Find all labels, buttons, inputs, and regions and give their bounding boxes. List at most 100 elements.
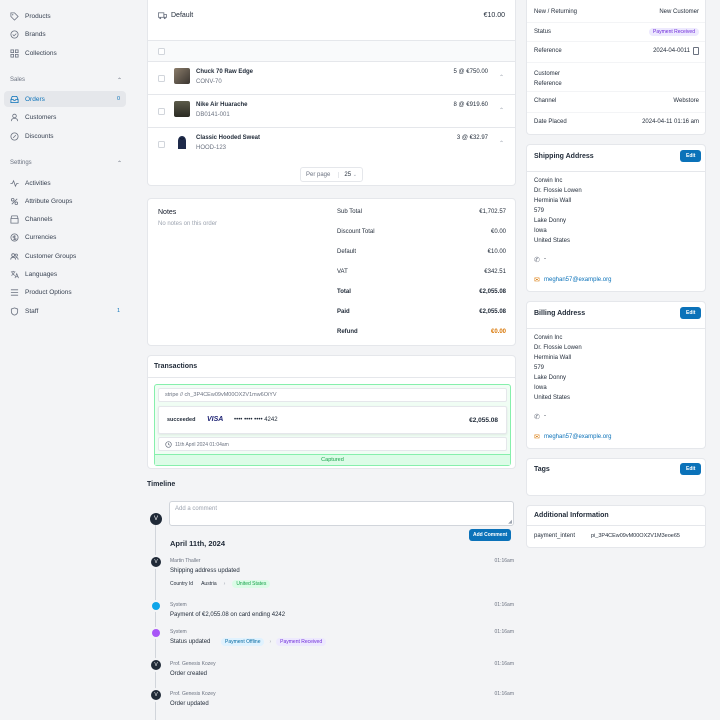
comment-placeholder: Add a comment bbox=[175, 506, 218, 512]
transaction-item[interactable]: stripe // ch_3P4CEw09vM00OX2V1mw6OiYV su… bbox=[154, 384, 511, 466]
transaction-amount: €2,055.08 bbox=[469, 417, 498, 424]
sidebar-item-staff[interactable]: Staff 1 bbox=[4, 303, 126, 319]
status-badge: Payment Received bbox=[649, 28, 699, 36]
sidebar-item-label: Languages bbox=[25, 271, 58, 278]
address-line: Herminia Wall bbox=[534, 198, 572, 204]
per-page-select[interactable]: 25 ⌄ bbox=[338, 171, 357, 178]
edit-label: Edit bbox=[686, 153, 696, 159]
event-author: System bbox=[170, 602, 187, 608]
chevron-down-icon: ⌄ bbox=[352, 171, 357, 178]
sidebar: Products Brands Collections Sales ⌃ Orders 0 Cu… bbox=[0, 0, 135, 720]
sidebar-item-currencies[interactable]: Currencies bbox=[4, 230, 126, 246]
truck-icon bbox=[158, 11, 167, 20]
address-line: 579 bbox=[534, 365, 545, 371]
billing-email[interactable]: meghan57@example.org bbox=[544, 434, 611, 440]
change-to: Payment Received bbox=[276, 638, 327, 646]
event-change: Country Id Austria › United States bbox=[170, 580, 271, 588]
sidebar-item-count: 0 bbox=[116, 96, 120, 102]
chevron-up-icon[interactable]: ⌃ bbox=[499, 140, 504, 147]
settings-section-heading[interactable]: Settings ⌃ bbox=[10, 160, 122, 167]
sidebar-item-brands[interactable]: Brands bbox=[4, 27, 126, 43]
total-label-discount-total: Discount Total bbox=[337, 229, 375, 235]
sales-section-heading[interactable]: Sales ⌃ bbox=[10, 77, 122, 84]
sidebar-item-discounts[interactable]: Discounts bbox=[4, 128, 126, 144]
sidebar-item-label: Channels bbox=[25, 216, 53, 224]
sidebar-item-label: Staff bbox=[25, 307, 39, 315]
language-icon bbox=[10, 270, 19, 279]
line-product-name[interactable]: Nike Air Huarache bbox=[196, 102, 247, 108]
chevron-right-icon: › bbox=[223, 581, 226, 587]
line-product-name[interactable]: Chuck 70 Raw Edge bbox=[196, 69, 253, 75]
avatar: V bbox=[151, 690, 161, 700]
event-time: 01:16am bbox=[494, 629, 514, 635]
section-label: Sales bbox=[10, 77, 26, 83]
edit-tags-button[interactable]: Edit bbox=[680, 463, 702, 475]
select-all-checkbox[interactable] bbox=[158, 48, 165, 55]
sidebar-item-label: Product Options bbox=[25, 289, 72, 297]
total-label-vat: VAT bbox=[337, 269, 348, 275]
address-line: Iowa bbox=[534, 228, 547, 234]
line-checkbox[interactable] bbox=[158, 141, 165, 148]
sidebar-item-customers[interactable]: Customers bbox=[4, 110, 126, 126]
divider bbox=[527, 41, 705, 42]
sidebar-item-activities[interactable]: Activities bbox=[4, 175, 126, 191]
mail-icon: ✉ bbox=[534, 434, 540, 441]
card-number: •••• •••• •••• 4242 bbox=[234, 417, 278, 423]
line-product-name[interactable]: Classic Hooded Sweat bbox=[196, 135, 260, 141]
table-row[interactable]: Nike Air Huarache DB0141-001 8 @ €919.60 ⌃ bbox=[148, 95, 515, 128]
address-line: Dr. Flossie Lowen bbox=[534, 345, 582, 351]
sidebar-item-attribute-groups[interactable]: Attribute Groups bbox=[4, 193, 126, 209]
pagination: Per page 25 ⌄ bbox=[300, 167, 363, 182]
sidebar-item-label: Attribute Groups bbox=[25, 197, 73, 205]
section-label: Settings bbox=[10, 160, 32, 166]
total-value-paid: €2,055.08 bbox=[479, 309, 506, 315]
change-from: Payment Offline bbox=[221, 638, 265, 646]
sidebar-item-cut-off[interactable] bbox=[4, 0, 126, 4]
line-sku: DB0141-001 bbox=[196, 112, 230, 118]
detail-label-channel: Channel bbox=[534, 98, 557, 104]
chevron-up-icon[interactable]: ⌃ bbox=[499, 107, 504, 114]
table-row[interactable]: Chuck 70 Raw Edge CONV-70 5 @ €750.00 ⌃ bbox=[148, 62, 515, 95]
sidebar-item-label: Products bbox=[25, 12, 51, 20]
change-to: United States bbox=[232, 580, 271, 588]
sidebar-item-channels[interactable]: Channels bbox=[4, 212, 126, 228]
shipping-line: Default bbox=[158, 11, 193, 20]
chevron-up-icon[interactable]: ⌃ bbox=[499, 74, 504, 81]
total-label-sub-total: Sub Total bbox=[337, 209, 362, 215]
shipping-email[interactable]: meghan57@example.org bbox=[544, 277, 611, 283]
sidebar-item-orders[interactable]: Orders 0 bbox=[4, 91, 126, 107]
add-comment-button[interactable]: Add Comment bbox=[469, 529, 512, 541]
product-thumbnail bbox=[174, 101, 190, 117]
event-text: Payment of €2,055.08 on card ending 4242 bbox=[170, 612, 286, 618]
visa-icon: VISA bbox=[207, 416, 224, 423]
copy-icon[interactable] bbox=[693, 47, 699, 55]
total-label-refund: Refund bbox=[337, 329, 358, 335]
total-value-discount-total: €0.00 bbox=[490, 229, 506, 235]
sidebar-item-label: Discounts bbox=[25, 132, 54, 140]
line-sku: HOOD-123 bbox=[196, 145, 227, 151]
badge-check-icon bbox=[10, 30, 19, 39]
list-icon bbox=[10, 288, 19, 297]
event-time: 01:16am bbox=[494, 661, 514, 667]
address-line: United States bbox=[534, 238, 571, 244]
edit-shipping-address-button[interactable]: Edit bbox=[680, 150, 702, 162]
edit-billing-address-button[interactable]: Edit bbox=[680, 307, 702, 319]
line-checkbox[interactable] bbox=[158, 108, 165, 115]
timeline-date: April 11th, 2024 bbox=[170, 539, 226, 548]
phone-icon: ✆ bbox=[534, 257, 540, 264]
line-quantity-price: 5 @ €750.00 bbox=[453, 69, 488, 75]
sidebar-item-collections[interactable]: Collections bbox=[4, 45, 126, 61]
sidebar-item-product-options[interactable]: Product Options bbox=[4, 285, 126, 301]
sidebar-item-products[interactable]: Products bbox=[4, 8, 126, 24]
comment-input[interactable]: Add a comment ◢ bbox=[169, 501, 514, 526]
additional-info-key: payment_intent bbox=[534, 533, 576, 539]
sidebar-item-languages[interactable]: Languages bbox=[4, 267, 126, 283]
shipping-line-label: Default bbox=[171, 12, 194, 19]
line-checkbox[interactable] bbox=[158, 75, 165, 82]
percent-icon bbox=[10, 131, 19, 141]
total-value-vat: €342.51 bbox=[484, 269, 506, 275]
sidebar-item-customer-groups[interactable]: Customer Groups bbox=[4, 248, 126, 264]
detail-label-customer-reference: Customer Reference bbox=[534, 71, 562, 87]
table-row[interactable]: Classic Hooded Sweat HOOD-123 3 @ €32.97 ⌃ bbox=[148, 128, 515, 161]
product-thumbnail bbox=[174, 134, 190, 150]
